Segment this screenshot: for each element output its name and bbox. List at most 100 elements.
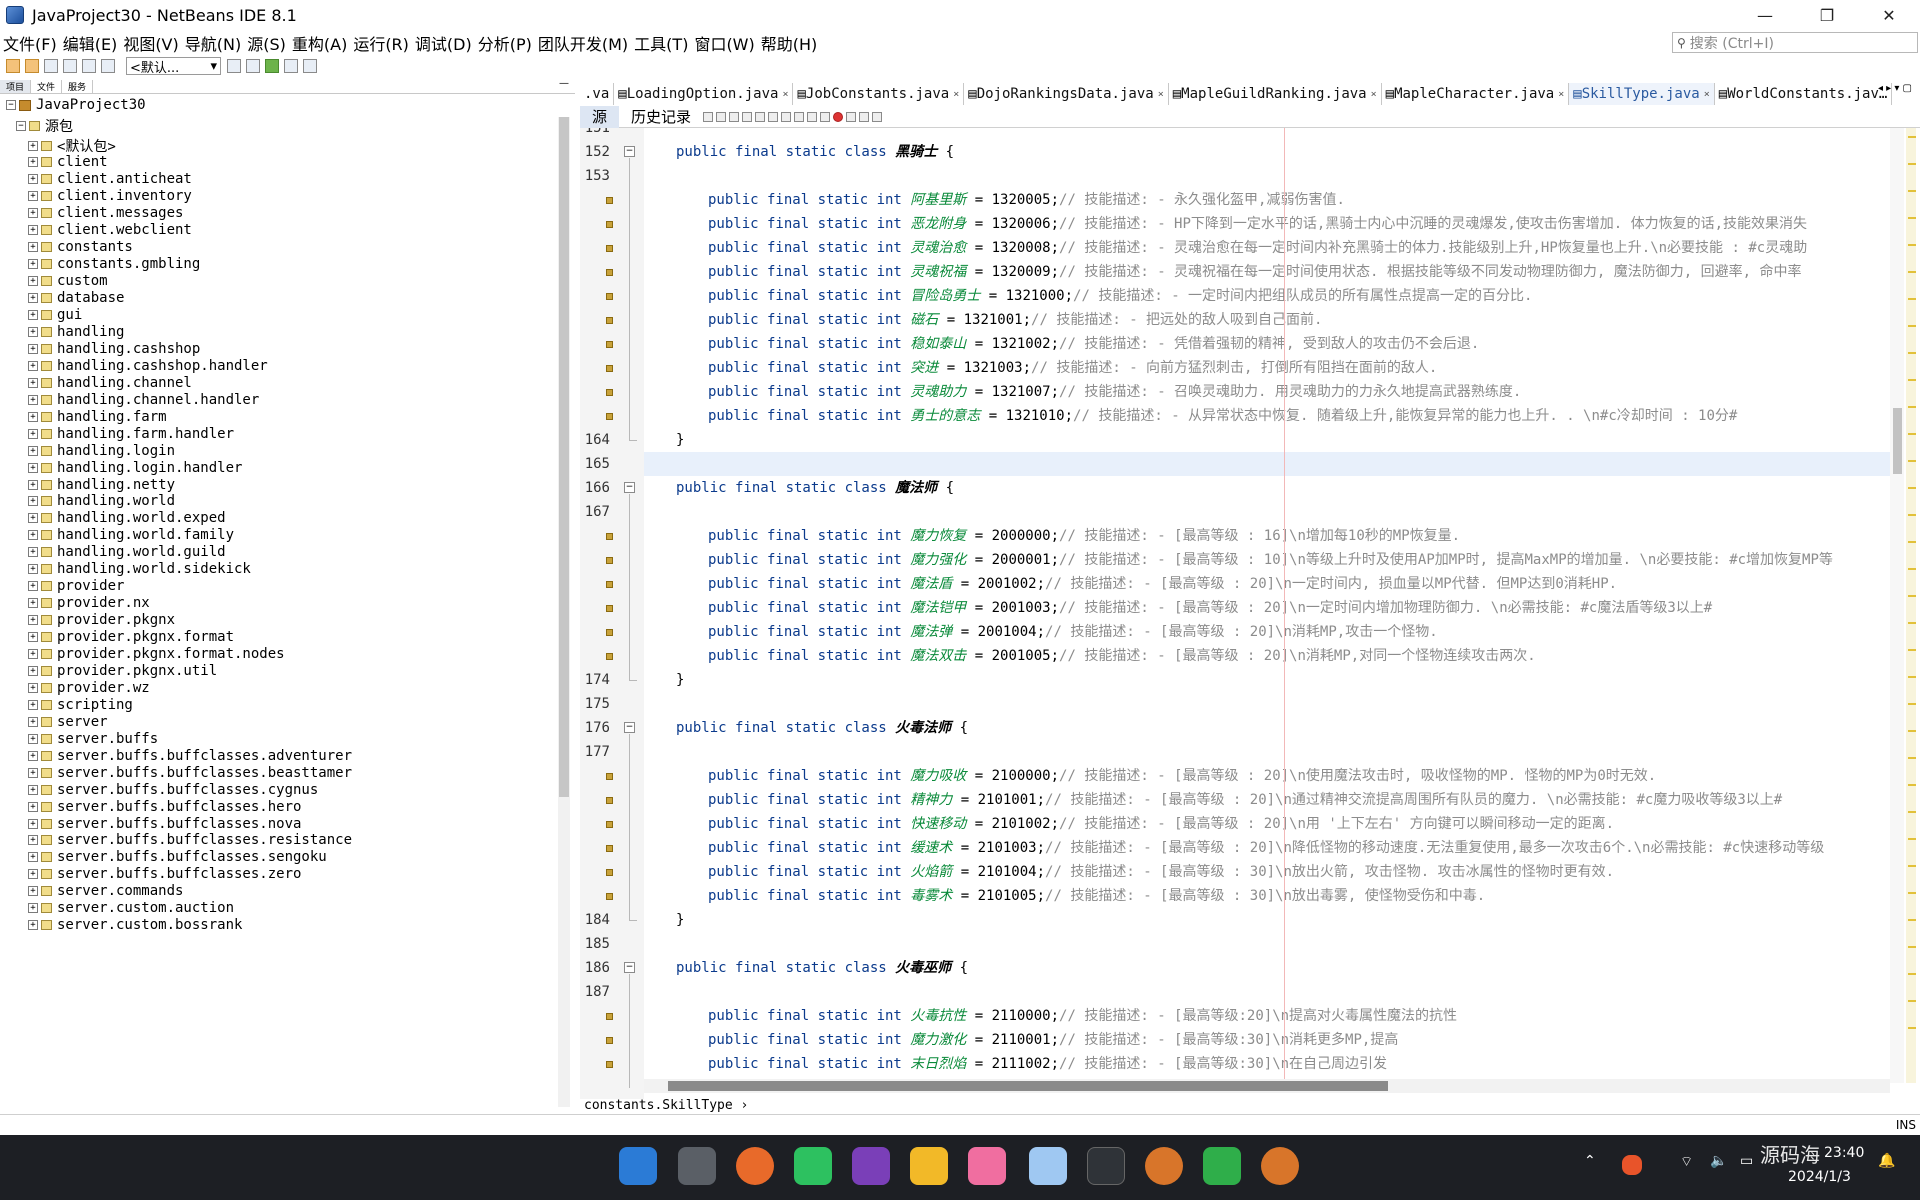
editor-tab[interactable]: ▤ LoadingOption.java × <box>614 83 794 105</box>
expand-icon[interactable]: + <box>28 445 38 456</box>
expand-icon[interactable]: + <box>28 665 38 676</box>
warning-marker-icon[interactable] <box>606 869 613 876</box>
fold-collapse-icon[interactable]: − <box>624 482 635 493</box>
package-node[interactable]: + handling.cashshop <box>28 340 200 357</box>
package-node[interactable]: + constants.gmbling <box>28 256 200 273</box>
shift-left-icon[interactable] <box>807 111 818 122</box>
package-node[interactable]: + server.buffs <box>28 730 158 747</box>
expand-icon[interactable]: + <box>28 462 38 473</box>
code-line[interactable]: public final static int 缓速术 = 2101003;//… <box>708 836 1824 860</box>
new-project-icon[interactable] <box>6 59 20 73</box>
expand-icon[interactable]: + <box>28 140 38 151</box>
menu-item[interactable]: 工具(T) <box>631 31 691 55</box>
code-line[interactable]: public final static int 勇士的意志 = 1321010;… <box>708 404 1737 428</box>
stripe-marker[interactable] <box>1908 514 1916 516</box>
code-line[interactable]: public final static int 灵魂治愈 = 1320008;/… <box>708 236 1807 260</box>
stripe-marker[interactable] <box>1908 811 1916 813</box>
package-node[interactable]: + database <box>28 290 124 307</box>
expand-icon[interactable]: + <box>28 428 38 439</box>
search-input[interactable]: ⚲ 搜索 (Ctrl+I) <box>1672 32 1918 53</box>
package-node[interactable]: + client <box>28 154 108 171</box>
stripe-marker[interactable] <box>1908 622 1916 624</box>
menu-item[interactable]: 运行(R) <box>350 31 412 55</box>
warning-marker-icon[interactable] <box>606 893 613 900</box>
close-button[interactable]: ✕ <box>1858 0 1920 30</box>
stripe-marker[interactable] <box>1908 676 1916 678</box>
minimize-button[interactable]: — <box>1734 0 1796 30</box>
code-line[interactable]: public final static int 火毒抗性 = 2110000;/… <box>708 1004 1457 1028</box>
package-node[interactable]: + handling.world.sidekick <box>28 561 251 578</box>
package-node[interactable]: + scripting <box>28 696 133 713</box>
fold-collapse-icon[interactable]: − <box>624 146 635 157</box>
expand-icon[interactable]: + <box>28 920 38 931</box>
minimize-panel-icon[interactable]: — <box>559 78 569 89</box>
menu-item[interactable]: 团队开发(M) <box>535 31 631 55</box>
expand-icon[interactable]: + <box>28 547 38 558</box>
expand-icon[interactable]: + <box>28 225 38 236</box>
package-node[interactable]: + handling.channel <box>28 374 192 391</box>
package-node[interactable]: + server.buffs.buffclasses.zero <box>28 866 301 883</box>
warning-marker-icon[interactable] <box>606 293 613 300</box>
close-tab-icon[interactable]: × <box>1558 89 1564 100</box>
code-line[interactable]: public final static int 阿基里斯 = 1320005;/… <box>708 188 1345 212</box>
editor-tab[interactable]: ▤ JobConstants.java × <box>793 83 965 105</box>
wifi-icon[interactable]: ⌔ <box>1680 1153 1693 1171</box>
debug-icon[interactable] <box>284 59 298 73</box>
editor-vertical-scrollbar-thumb[interactable] <box>1893 408 1902 474</box>
stripe-marker[interactable] <box>1908 379 1916 381</box>
editor-tab[interactable]: ▤ MapleCharacter.java × <box>1382 83 1570 105</box>
package-node[interactable]: + client.anticheat <box>28 171 192 188</box>
warning-marker-icon[interactable] <box>606 413 613 420</box>
expand-icon[interactable]: + <box>28 682 38 693</box>
firefox-icon[interactable] <box>736 1147 774 1185</box>
warning-marker-icon[interactable] <box>606 629 613 636</box>
stripe-marker[interactable] <box>1908 973 1916 975</box>
close-tab-icon[interactable]: × <box>1158 89 1164 100</box>
expand-icon[interactable]: + <box>28 276 38 287</box>
expand-icon[interactable]: + <box>28 259 38 270</box>
maximize-button[interactable]: ❐ <box>1796 0 1858 30</box>
tab-projects[interactable]: 项目 <box>0 80 32 93</box>
code-line[interactable]: public final static int 魔力恢复 = 2000000;/… <box>708 524 1460 548</box>
code-line[interactable]: } <box>676 428 684 452</box>
editor-tab[interactable]: ▤ WorldConstants.jav… <box>1715 83 1893 105</box>
package-node[interactable]: + gui <box>28 307 82 324</box>
warning-marker-icon[interactable] <box>606 821 613 828</box>
stripe-marker[interactable] <box>1908 217 1916 219</box>
menu-item[interactable]: 视图(V) <box>120 31 181 55</box>
stripe-marker[interactable] <box>1908 433 1916 435</box>
code-line[interactable]: public final static int 灵魂助力 = 1321007;/… <box>708 380 1521 404</box>
close-tab-icon[interactable]: × <box>782 89 788 100</box>
menu-item[interactable]: 文件(F) <box>0 31 60 55</box>
close-tab-icon[interactable]: × <box>1704 89 1710 100</box>
tray-app-icon[interactable] <box>1622 1155 1642 1175</box>
expand-icon[interactable]: + <box>28 394 38 405</box>
stripe-marker[interactable] <box>1908 838 1916 840</box>
fold-collapse-icon[interactable]: − <box>624 722 635 733</box>
package-node[interactable]: + server.commands <box>28 883 183 900</box>
warning-marker-icon[interactable] <box>606 269 613 276</box>
undo-icon[interactable] <box>82 59 96 73</box>
editor-tab[interactable]: ▤ DojoRankingsData.java × <box>964 83 1169 105</box>
package-node[interactable]: + handling.farm.handler <box>28 425 234 442</box>
editor-tab[interactable]: ▤ MapleGuildRanking.java × <box>1169 83 1382 105</box>
code-line[interactable]: public final static int 魔法盾 = 2001002;//… <box>708 572 1617 596</box>
expand-icon[interactable]: + <box>28 564 38 575</box>
save-all-icon[interactable] <box>63 59 77 73</box>
package-node[interactable]: + provider.pkgnx <box>28 612 175 629</box>
warning-marker-icon[interactable] <box>606 557 613 564</box>
code-line[interactable]: } <box>676 908 684 932</box>
package-node[interactable]: + handling.world.exped <box>28 510 226 527</box>
tab-files[interactable]: 文件 <box>31 80 63 93</box>
config-select[interactable]: <默认... ▾ <box>126 57 221 76</box>
stripe-marker[interactable] <box>1908 595 1916 597</box>
notification-bell-icon[interactable]: 🔔 <box>1878 1153 1895 1169</box>
profile-icon[interactable] <box>303 59 317 73</box>
package-node[interactable]: + handling.login.handler <box>28 459 242 476</box>
warning-marker-icon[interactable] <box>606 389 613 396</box>
terminal-icon[interactable] <box>1087 1147 1125 1185</box>
fold-collapse-icon[interactable]: − <box>624 962 635 973</box>
bilibili-icon[interactable] <box>968 1147 1006 1185</box>
stripe-marker[interactable] <box>1908 730 1916 732</box>
tray-chevron-up-icon[interactable]: ⌃ <box>1584 1153 1596 1169</box>
